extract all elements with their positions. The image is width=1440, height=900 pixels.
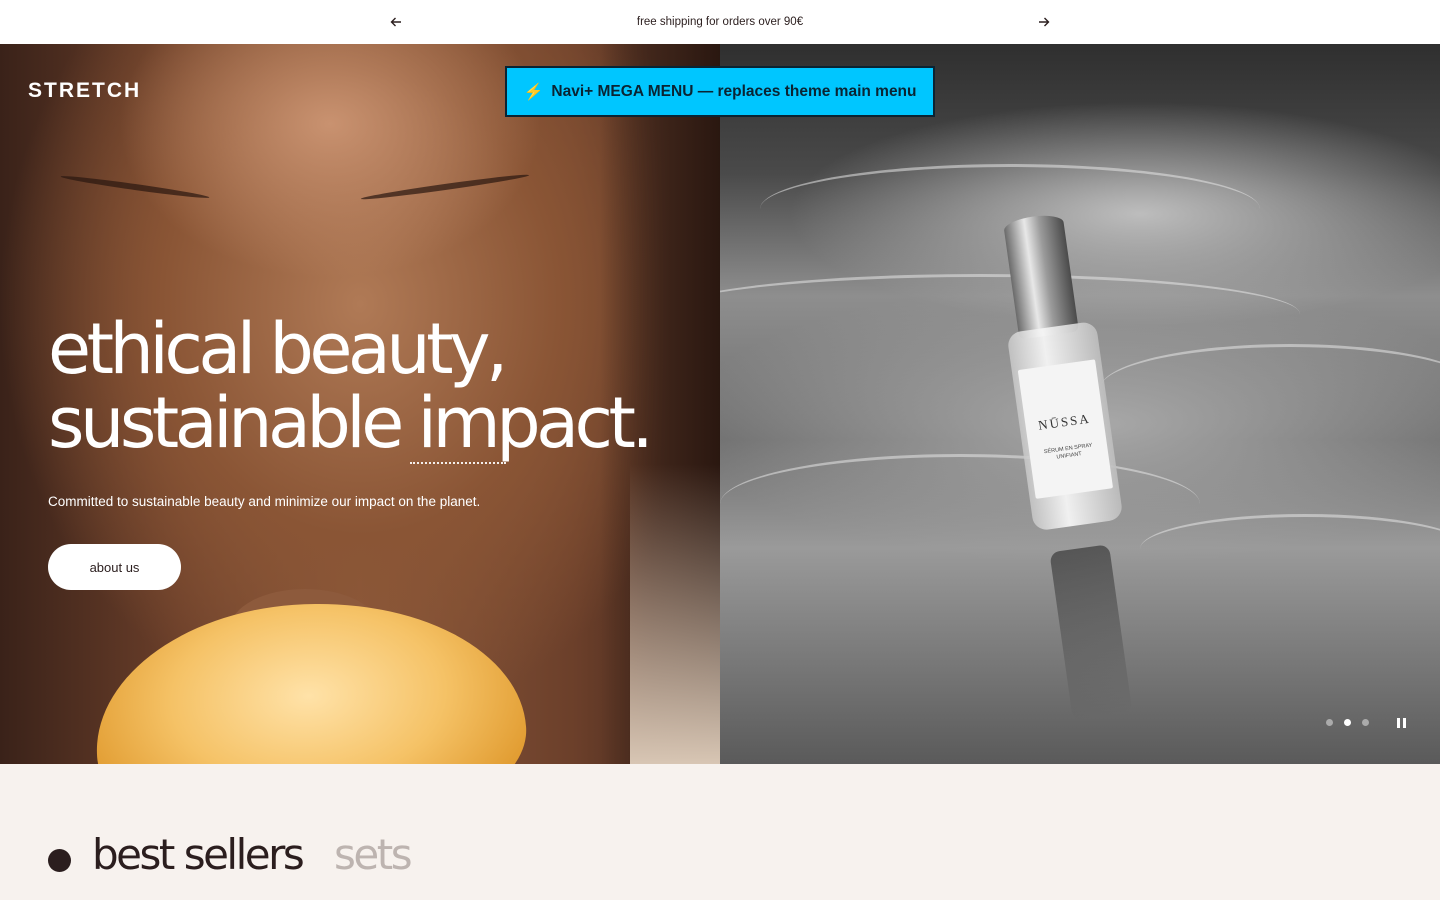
arrow-right-icon <box>1039 17 1050 27</box>
announcement-next-button[interactable] <box>1033 11 1055 33</box>
tab-sets[interactable]: sets <box>334 830 413 879</box>
mega-menu-label: Navi+ MEGA MENU — replaces theme main me… <box>551 82 917 100</box>
hero-image-serum-bottle: NŪSSA SÉRUM EN SPRAY UNIFIANT <box>720 44 1440 764</box>
tab-best-sellers[interactable]: best sellers <box>92 830 305 879</box>
collection-section: best sellers sets <box>0 764 1440 900</box>
hero-subtext: Committed to sustainable beauty and mini… <box>48 494 481 509</box>
hero-headline-line2: sustainable impact. <box>48 382 654 464</box>
hero-headline: ethical beauty, sustainable impact. <box>48 308 708 464</box>
pause-icon <box>1396 718 1400 728</box>
lightning-icon: ⚡ <box>523 83 544 101</box>
about-us-button[interactable]: about us <box>48 544 181 590</box>
announcement-bar: free shipping for orders over 90€ <box>0 0 1440 44</box>
active-tab-bullet-icon <box>48 849 71 872</box>
site-logo[interactable]: STRETCH <box>28 79 141 103</box>
announcement-message: free shipping for orders over 90€ <box>636 16 804 28</box>
pause-slideshow-button[interactable] <box>1393 715 1409 731</box>
lemon-image <box>87 589 533 764</box>
slide-dot-1[interactable] <box>1326 719 1333 726</box>
slide-dot-3[interactable] <box>1362 719 1369 726</box>
slide-dot-2[interactable] <box>1344 719 1351 726</box>
hero-headline-line1: ethical beauty, <box>48 308 508 390</box>
headline-scribble-underline <box>410 458 506 464</box>
slide-dots <box>1326 719 1369 726</box>
mega-menu-button[interactable]: ⚡ Navi+ MEGA MENU — replaces theme main … <box>505 66 935 117</box>
